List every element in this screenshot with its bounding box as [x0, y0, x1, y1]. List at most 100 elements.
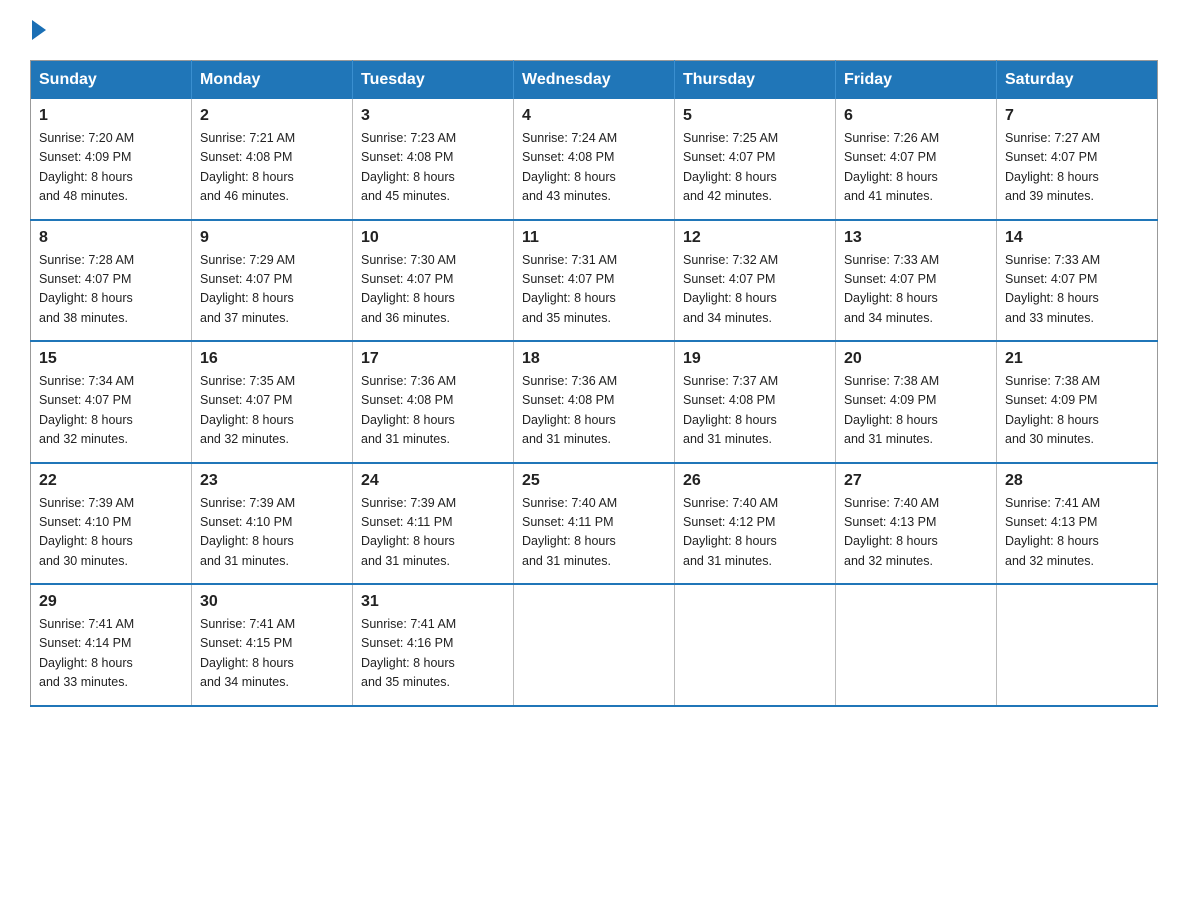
- day-number: 9: [200, 229, 344, 247]
- calendar-cell: 13 Sunrise: 7:33 AMSunset: 4:07 PMDaylig…: [836, 220, 997, 342]
- day-number: 18: [522, 350, 666, 368]
- calendar-cell: 16 Sunrise: 7:35 AMSunset: 4:07 PMDaylig…: [192, 341, 353, 463]
- day-info: Sunrise: 7:33 AMSunset: 4:07 PMDaylight:…: [1005, 251, 1149, 329]
- day-number: 23: [200, 472, 344, 490]
- day-info: Sunrise: 7:30 AMSunset: 4:07 PMDaylight:…: [361, 251, 505, 329]
- day-info: Sunrise: 7:41 AMSunset: 4:15 PMDaylight:…: [200, 615, 344, 693]
- day-number: 4: [522, 107, 666, 125]
- calendar-cell: 12 Sunrise: 7:32 AMSunset: 4:07 PMDaylig…: [675, 220, 836, 342]
- day-number: 22: [39, 472, 183, 490]
- calendar-cell: 23 Sunrise: 7:39 AMSunset: 4:10 PMDaylig…: [192, 463, 353, 585]
- calendar-cell: 7 Sunrise: 7:27 AMSunset: 4:07 PMDayligh…: [997, 99, 1158, 220]
- calendar-cell: [675, 584, 836, 706]
- calendar-cell: 3 Sunrise: 7:23 AMSunset: 4:08 PMDayligh…: [353, 99, 514, 220]
- day-number: 2: [200, 107, 344, 125]
- header: [30, 20, 1158, 40]
- header-monday: Monday: [192, 61, 353, 100]
- day-info: Sunrise: 7:24 AMSunset: 4:08 PMDaylight:…: [522, 129, 666, 207]
- day-number: 21: [1005, 350, 1149, 368]
- calendar-cell: 31 Sunrise: 7:41 AMSunset: 4:16 PMDaylig…: [353, 584, 514, 706]
- calendar-cell: 1 Sunrise: 7:20 AMSunset: 4:09 PMDayligh…: [31, 99, 192, 220]
- day-number: 13: [844, 229, 988, 247]
- header-tuesday: Tuesday: [353, 61, 514, 100]
- calendar-cell: 9 Sunrise: 7:29 AMSunset: 4:07 PMDayligh…: [192, 220, 353, 342]
- header-sunday: Sunday: [31, 61, 192, 100]
- week-row-1: 1 Sunrise: 7:20 AMSunset: 4:09 PMDayligh…: [31, 99, 1158, 220]
- calendar-cell: 25 Sunrise: 7:40 AMSunset: 4:11 PMDaylig…: [514, 463, 675, 585]
- calendar-cell: 4 Sunrise: 7:24 AMSunset: 4:08 PMDayligh…: [514, 99, 675, 220]
- day-number: 5: [683, 107, 827, 125]
- calendar-cell: 8 Sunrise: 7:28 AMSunset: 4:07 PMDayligh…: [31, 220, 192, 342]
- calendar-header-row: SundayMondayTuesdayWednesdayThursdayFrid…: [31, 61, 1158, 100]
- day-info: Sunrise: 7:33 AMSunset: 4:07 PMDaylight:…: [844, 251, 988, 329]
- day-info: Sunrise: 7:23 AMSunset: 4:08 PMDaylight:…: [361, 129, 505, 207]
- day-info: Sunrise: 7:39 AMSunset: 4:11 PMDaylight:…: [361, 494, 505, 572]
- day-number: 14: [1005, 229, 1149, 247]
- day-number: 3: [361, 107, 505, 125]
- week-row-3: 15 Sunrise: 7:34 AMSunset: 4:07 PMDaylig…: [31, 341, 1158, 463]
- logo-arrow-icon: [32, 20, 46, 40]
- logo: [30, 20, 46, 40]
- day-number: 16: [200, 350, 344, 368]
- day-info: Sunrise: 7:37 AMSunset: 4:08 PMDaylight:…: [683, 372, 827, 450]
- day-number: 31: [361, 593, 505, 611]
- day-info: Sunrise: 7:36 AMSunset: 4:08 PMDaylight:…: [361, 372, 505, 450]
- day-number: 11: [522, 229, 666, 247]
- calendar-table: SundayMondayTuesdayWednesdayThursdayFrid…: [30, 60, 1158, 707]
- calendar-cell: 30 Sunrise: 7:41 AMSunset: 4:15 PMDaylig…: [192, 584, 353, 706]
- day-info: Sunrise: 7:39 AMSunset: 4:10 PMDaylight:…: [39, 494, 183, 572]
- day-info: Sunrise: 7:20 AMSunset: 4:09 PMDaylight:…: [39, 129, 183, 207]
- day-info: Sunrise: 7:40 AMSunset: 4:13 PMDaylight:…: [844, 494, 988, 572]
- day-number: 20: [844, 350, 988, 368]
- calendar-cell: 22 Sunrise: 7:39 AMSunset: 4:10 PMDaylig…: [31, 463, 192, 585]
- day-number: 28: [1005, 472, 1149, 490]
- day-info: Sunrise: 7:34 AMSunset: 4:07 PMDaylight:…: [39, 372, 183, 450]
- day-info: Sunrise: 7:31 AMSunset: 4:07 PMDaylight:…: [522, 251, 666, 329]
- calendar-cell: 15 Sunrise: 7:34 AMSunset: 4:07 PMDaylig…: [31, 341, 192, 463]
- header-wednesday: Wednesday: [514, 61, 675, 100]
- calendar-cell: 11 Sunrise: 7:31 AMSunset: 4:07 PMDaylig…: [514, 220, 675, 342]
- day-info: Sunrise: 7:39 AMSunset: 4:10 PMDaylight:…: [200, 494, 344, 572]
- calendar-cell: [836, 584, 997, 706]
- calendar-cell: 5 Sunrise: 7:25 AMSunset: 4:07 PMDayligh…: [675, 99, 836, 220]
- calendar-cell: 10 Sunrise: 7:30 AMSunset: 4:07 PMDaylig…: [353, 220, 514, 342]
- day-number: 26: [683, 472, 827, 490]
- day-number: 17: [361, 350, 505, 368]
- day-number: 27: [844, 472, 988, 490]
- day-info: Sunrise: 7:21 AMSunset: 4:08 PMDaylight:…: [200, 129, 344, 207]
- calendar-cell: [997, 584, 1158, 706]
- day-info: Sunrise: 7:32 AMSunset: 4:07 PMDaylight:…: [683, 251, 827, 329]
- header-thursday: Thursday: [675, 61, 836, 100]
- day-info: Sunrise: 7:41 AMSunset: 4:14 PMDaylight:…: [39, 615, 183, 693]
- day-info: Sunrise: 7:38 AMSunset: 4:09 PMDaylight:…: [844, 372, 988, 450]
- day-info: Sunrise: 7:40 AMSunset: 4:11 PMDaylight:…: [522, 494, 666, 572]
- day-number: 15: [39, 350, 183, 368]
- day-number: 25: [522, 472, 666, 490]
- day-info: Sunrise: 7:40 AMSunset: 4:12 PMDaylight:…: [683, 494, 827, 572]
- calendar-cell: 14 Sunrise: 7:33 AMSunset: 4:07 PMDaylig…: [997, 220, 1158, 342]
- calendar-cell: 27 Sunrise: 7:40 AMSunset: 4:13 PMDaylig…: [836, 463, 997, 585]
- calendar-cell: 24 Sunrise: 7:39 AMSunset: 4:11 PMDaylig…: [353, 463, 514, 585]
- calendar-cell: 18 Sunrise: 7:36 AMSunset: 4:08 PMDaylig…: [514, 341, 675, 463]
- day-info: Sunrise: 7:26 AMSunset: 4:07 PMDaylight:…: [844, 129, 988, 207]
- week-row-5: 29 Sunrise: 7:41 AMSunset: 4:14 PMDaylig…: [31, 584, 1158, 706]
- day-number: 10: [361, 229, 505, 247]
- week-row-2: 8 Sunrise: 7:28 AMSunset: 4:07 PMDayligh…: [31, 220, 1158, 342]
- calendar-cell: 19 Sunrise: 7:37 AMSunset: 4:08 PMDaylig…: [675, 341, 836, 463]
- day-info: Sunrise: 7:41 AMSunset: 4:16 PMDaylight:…: [361, 615, 505, 693]
- calendar-cell: 17 Sunrise: 7:36 AMSunset: 4:08 PMDaylig…: [353, 341, 514, 463]
- logo-blue-part: [30, 20, 46, 40]
- day-number: 8: [39, 229, 183, 247]
- day-info: Sunrise: 7:25 AMSunset: 4:07 PMDaylight:…: [683, 129, 827, 207]
- day-number: 7: [1005, 107, 1149, 125]
- calendar-cell: 28 Sunrise: 7:41 AMSunset: 4:13 PMDaylig…: [997, 463, 1158, 585]
- logo-text: [30, 20, 46, 40]
- calendar-cell: 26 Sunrise: 7:40 AMSunset: 4:12 PMDaylig…: [675, 463, 836, 585]
- calendar-cell: 6 Sunrise: 7:26 AMSunset: 4:07 PMDayligh…: [836, 99, 997, 220]
- day-info: Sunrise: 7:28 AMSunset: 4:07 PMDaylight:…: [39, 251, 183, 329]
- header-saturday: Saturday: [997, 61, 1158, 100]
- header-friday: Friday: [836, 61, 997, 100]
- calendar-cell: 29 Sunrise: 7:41 AMSunset: 4:14 PMDaylig…: [31, 584, 192, 706]
- calendar-cell: [514, 584, 675, 706]
- calendar-cell: 21 Sunrise: 7:38 AMSunset: 4:09 PMDaylig…: [997, 341, 1158, 463]
